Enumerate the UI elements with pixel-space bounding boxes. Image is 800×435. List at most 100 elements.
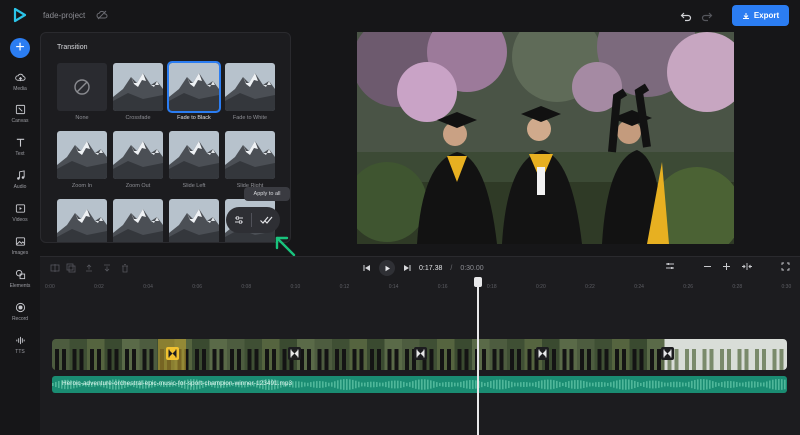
snap-icon[interactable] bbox=[665, 261, 675, 271]
transition-tile[interactable]: Crossfade bbox=[113, 63, 163, 121]
playhead-handle[interactable] bbox=[474, 277, 482, 287]
waveform-bar bbox=[574, 380, 576, 389]
play-button[interactable] bbox=[379, 260, 395, 276]
transition-marker[interactable] bbox=[414, 347, 427, 360]
film-frame bbox=[454, 339, 473, 370]
transition-marker[interactable] bbox=[288, 347, 301, 360]
video-preview[interactable] bbox=[357, 32, 734, 244]
waveform-bar bbox=[598, 381, 600, 388]
transition-tile[interactable]: Zoom In bbox=[57, 131, 107, 189]
waveform-bar bbox=[703, 379, 705, 390]
ruler-tick-label: 0:18 bbox=[486, 284, 497, 290]
sidebar-item-tts[interactable]: TTS bbox=[0, 335, 40, 355]
timeline-toolbar: 0:17.38 / 0:30.00 bbox=[40, 257, 800, 279]
waveform-bar bbox=[334, 381, 336, 388]
waveform-bar bbox=[349, 379, 351, 390]
waveform-bar bbox=[463, 381, 465, 388]
waveform-bar bbox=[658, 381, 660, 388]
sidebar-item-label: Audio bbox=[13, 184, 27, 190]
waveform-bar bbox=[55, 381, 57, 388]
split-icon[interactable] bbox=[50, 263, 60, 273]
transition-marker-selected[interactable] bbox=[166, 347, 179, 360]
skip-back-icon[interactable] bbox=[363, 264, 371, 272]
waveform-bar bbox=[688, 381, 690, 388]
mountain-thumbnail bbox=[225, 131, 275, 179]
export-button[interactable]: Export bbox=[732, 5, 789, 26]
sidebar-item-label: Videos bbox=[12, 217, 28, 223]
app-logo-icon[interactable] bbox=[12, 7, 28, 23]
music-note-icon bbox=[16, 170, 25, 180]
waveform-bar bbox=[445, 382, 447, 387]
transition-tile[interactable] bbox=[113, 199, 163, 242]
transition-tile[interactable] bbox=[169, 199, 219, 242]
transition-tile[interactable]: Slide Left bbox=[169, 131, 219, 189]
transition-tile-label: Fade to White bbox=[232, 115, 268, 121]
transition-tile[interactable] bbox=[57, 199, 107, 242]
transition-tile[interactable]: Fade to White bbox=[225, 63, 275, 121]
waveform-bar bbox=[517, 382, 519, 387]
waveform-bar bbox=[556, 380, 558, 389]
waveform-bar bbox=[511, 381, 513, 388]
add-media-button[interactable]: + bbox=[10, 38, 30, 58]
delete-icon[interactable] bbox=[120, 263, 130, 273]
waveform-bar bbox=[340, 379, 342, 390]
sidebar-item-media[interactable]: Media bbox=[0, 72, 40, 92]
waveform-bar bbox=[691, 380, 693, 389]
film-frame bbox=[559, 339, 578, 370]
undo-icon[interactable] bbox=[680, 10, 692, 22]
apply-to-all-icon[interactable] bbox=[259, 214, 273, 226]
transition-marker[interactable] bbox=[536, 347, 549, 360]
audio-track[interactable]: Heroic-adventure-orchestral-epic-music-f… bbox=[52, 376, 787, 393]
waveform-bar bbox=[640, 382, 642, 387]
waveform-bar bbox=[526, 382, 528, 387]
film-frame bbox=[717, 339, 735, 370]
fit-timeline-icon[interactable] bbox=[741, 262, 753, 271]
sidebar-item-record[interactable]: Record bbox=[0, 302, 40, 322]
fullscreen-icon[interactable] bbox=[781, 262, 790, 271]
waveform-bar bbox=[412, 381, 414, 388]
waveform-bar bbox=[337, 380, 339, 389]
timeline-ruler[interactable]: 0:00 0:02 0:04 0:06 0:08 0:10 0:12 0:14 0:16 0:18… bbox=[40, 280, 800, 294]
waveform-bar bbox=[577, 380, 579, 389]
waveform-bar bbox=[460, 381, 462, 388]
redo-icon[interactable] bbox=[701, 10, 713, 22]
waveform-bar bbox=[358, 381, 360, 388]
move-down-icon[interactable] bbox=[102, 263, 112, 273]
transition-bowtie-icon bbox=[663, 349, 672, 358]
sidebar-item-elements[interactable]: Elements bbox=[0, 269, 40, 289]
adjust-settings-icon[interactable] bbox=[233, 214, 245, 226]
project-name[interactable]: fade-project bbox=[43, 11, 85, 20]
waveform-bar bbox=[391, 380, 393, 389]
skip-forward-icon[interactable] bbox=[403, 264, 411, 272]
waveform-bar bbox=[553, 380, 555, 389]
transition-marker[interactable] bbox=[661, 347, 674, 360]
waveform-bar bbox=[781, 379, 783, 390]
waveform-bar bbox=[625, 379, 627, 390]
waveform-bar bbox=[634, 380, 636, 389]
transition-tile[interactable]: Zoom Out bbox=[113, 131, 163, 189]
sidebar-item-audio[interactable]: Audio bbox=[0, 170, 40, 190]
transition-tile[interactable]: Slide Right bbox=[225, 131, 275, 189]
waveform-bar bbox=[550, 379, 552, 390]
ruler-tick-label: 0:04 bbox=[143, 284, 153, 290]
sidebar-item-canvas[interactable]: Canvas bbox=[0, 104, 40, 124]
sidebar-item-text[interactable]: Text bbox=[0, 137, 40, 157]
transition-tile-label: Fade to Black bbox=[177, 115, 211, 121]
duplicate-icon[interactable] bbox=[66, 263, 76, 273]
ruler-tick-label: 0:16 bbox=[437, 284, 448, 290]
zoom-in-icon[interactable] bbox=[722, 262, 731, 271]
film-frame bbox=[682, 339, 700, 370]
sidebar-item-videos[interactable]: Videos bbox=[0, 203, 40, 223]
sidebar-item-images[interactable]: Images bbox=[0, 236, 40, 256]
waveform-bar bbox=[313, 381, 315, 388]
zoom-out-icon[interactable] bbox=[703, 262, 712, 271]
transition-tile[interactable]: None bbox=[57, 63, 107, 121]
waveform-bar bbox=[451, 382, 453, 387]
video-track[interactable] bbox=[52, 339, 787, 370]
transition-thumbnail bbox=[113, 63, 163, 111]
transition-tile[interactable]: Fade to Black bbox=[167, 61, 221, 121]
playhead[interactable] bbox=[474, 277, 482, 435]
move-up-icon[interactable] bbox=[84, 263, 94, 273]
mountain-thumbnail bbox=[113, 199, 163, 242]
waveform-bar bbox=[439, 382, 441, 387]
